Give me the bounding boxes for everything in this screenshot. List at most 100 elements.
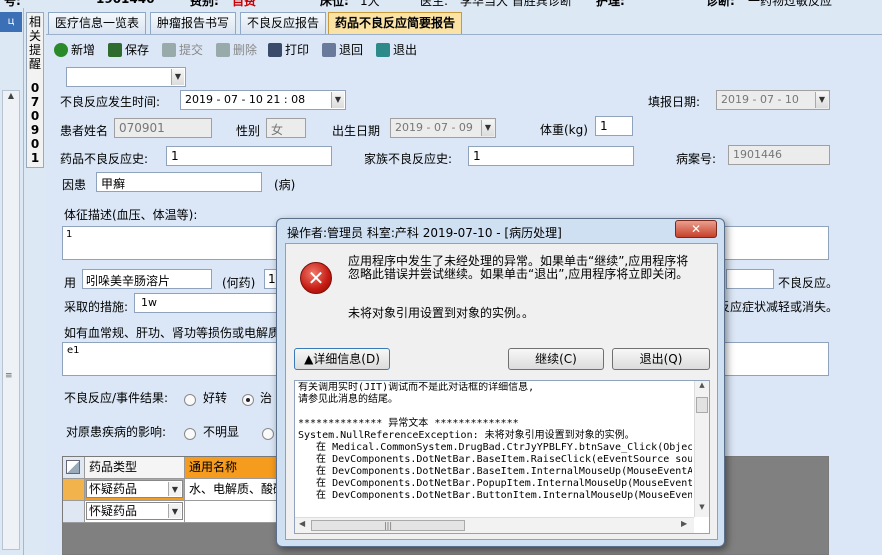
printer-icon	[268, 43, 282, 57]
family-history-field[interactable]: 1	[468, 146, 634, 166]
side-scrollbar[interactable]: ▲ ≡	[2, 90, 20, 550]
scroll-up-icon[interactable]: ▲	[695, 381, 709, 389]
continue-button[interactable]: 继续(C)	[508, 348, 604, 370]
stack-trace-box[interactable]: 有关调用实时(JIT)调试而不是此对话框的详细信息, 请参见此消息的结尾。 ****…	[294, 380, 710, 534]
toolbar-button-3[interactable]: 提交	[162, 40, 203, 60]
plus-circle-icon	[54, 43, 68, 57]
toolbar-button-label: 新增	[71, 43, 96, 57]
quit-button[interactable]: 退出(Q)	[612, 348, 710, 370]
dialog-body: ✕ 应用程序中发生了未经处理的异常。如果单击“继续”,应用程序将忽略此错误并尝试…	[285, 243, 718, 540]
toolbar-button-4[interactable]: 删除	[216, 40, 257, 60]
trace-vscrollbar[interactable]: ▲ ▼	[694, 381, 709, 517]
toolbar-button-label: 退出	[393, 43, 418, 57]
use-drug-field[interactable]: 吲哚美辛肠溶片	[82, 269, 212, 289]
impact-radio-none[interactable]	[184, 428, 196, 440]
grid-row-2-name[interactable]	[185, 501, 285, 523]
tab-4[interactable]: 药品不良反应简要报告	[328, 12, 463, 35]
gender-field[interactable]: 女	[266, 118, 306, 138]
top-combo[interactable]: ▼	[66, 67, 186, 87]
toolbar-button-7[interactable]: 退出	[376, 40, 417, 60]
cause-value: 甲癣	[101, 177, 126, 191]
grid-row-1-type[interactable]: 怀疑药品 ▼	[85, 479, 185, 501]
chevron-down-icon: ▼	[171, 69, 184, 85]
pin-button[interactable]: ц	[0, 12, 22, 32]
trace-line: 在 DevComponents.DotNetBar.BaseItem.Raise…	[298, 454, 692, 465]
error-icon: ✕	[300, 262, 332, 294]
case-no-field[interactable]: 1901446	[728, 145, 830, 165]
patient-name-field[interactable]: 070901	[114, 118, 212, 138]
reaction-field[interactable]	[726, 269, 774, 289]
bed-value: 1大	[360, 0, 380, 8]
scroll-left-icon[interactable]: ◀	[299, 519, 305, 528]
side-id-char: 0	[30, 137, 40, 151]
symptom-label: 体征描述(血压、体温等):	[64, 208, 198, 222]
error-detail: 未将对象引用设置到对象的实例。。	[348, 306, 535, 320]
scroll-grip-icon[interactable]: ≡	[5, 371, 13, 381]
lab-label: 如有血常规、肝功、肾功等损伤或电解质	[64, 326, 281, 340]
diag-value: 一药物过敏反应	[748, 0, 833, 8]
close-icon: ✕	[690, 222, 702, 236]
tab-2[interactable]: 肿瘤报告书写	[150, 12, 237, 34]
result-opt1-label: 好转	[203, 391, 228, 405]
grid-row-2-type[interactable]: 怀疑药品 ▼	[85, 501, 185, 523]
adverse-suffix: 不良反应。	[778, 276, 839, 290]
vscroll-thumb[interactable]	[696, 397, 708, 413]
result-radio-cured[interactable]	[242, 394, 254, 406]
left-side-panel: ц ▲ ≡	[0, 8, 24, 555]
lab-value: e1	[67, 345, 80, 356]
scroll-right-icon[interactable]: ▶	[681, 519, 687, 528]
trace-hscrollbar[interactable]: ◀ ||| ▶	[295, 517, 694, 533]
result-label: 不良反应/事件结果:	[64, 391, 169, 405]
patient-id-label: 号:	[4, 0, 21, 8]
side-id-char: 0	[30, 81, 40, 95]
case-no-value: 1901446	[733, 148, 782, 161]
use-drug-value: 吲哚美辛肠溶片	[86, 274, 171, 288]
grid-corner	[63, 457, 85, 479]
report-date-field[interactable]: 2019 - 07 - 10 ▼	[716, 90, 830, 110]
toolbar-button-6[interactable]: 退回	[322, 40, 363, 60]
select-all-icon[interactable]	[66, 460, 80, 474]
toolbar-button-1[interactable]: 新增	[54, 40, 95, 60]
birth-field[interactable]: 2019 - 07 - 09 ▼	[390, 118, 496, 138]
return-icon	[322, 43, 336, 57]
details-button[interactable]: ▲详细信息(D)	[294, 348, 390, 370]
scroll-down-icon[interactable]: ▼	[695, 503, 709, 511]
occur-time-label: 不良反应发生时间:	[60, 95, 161, 109]
measure-suffix: 反应症状减轻或消失。	[718, 300, 839, 314]
weight-field[interactable]: 1	[595, 116, 633, 136]
occur-time-value: 2019 - 07 - 10 21 : 08	[185, 93, 306, 106]
toolbar-button-5[interactable]: 打印	[268, 40, 309, 60]
grid-header-name[interactable]: 通用名称	[185, 457, 285, 479]
grid-row-1-type-value: 怀疑药品	[89, 482, 138, 496]
occur-time-field[interactable]: 2019 - 07 - 10 21 : 08 ▼	[180, 90, 346, 110]
grid-row-1-name[interactable]: 水、电解质、酸碱	[185, 479, 285, 501]
dialog-close-button[interactable]: ✕	[675, 220, 717, 238]
toolbar-button-2[interactable]: 保存	[108, 40, 149, 60]
result-radio-improved[interactable]	[184, 394, 196, 406]
impact-label: 对原患疾病的影响:	[66, 425, 167, 439]
impact-radio-2[interactable]	[262, 428, 274, 440]
grid-row-2-type-value: 怀疑药品	[89, 504, 138, 518]
scroll-up-icon[interactable]: ▲	[3, 91, 19, 100]
chevron-down-icon: ▼	[168, 482, 181, 496]
charge-label: 费别:	[190, 0, 219, 8]
toolbar-button-label: 提交	[179, 43, 204, 57]
stack-trace-text: 有关调用实时(JIT)调试而不是此对话框的详细信息, 请参见此消息的结尾。 ****…	[298, 382, 692, 506]
chevron-down-icon: ▼	[331, 92, 344, 108]
trace-line: System.NullReferenceException: 未将对象引用设置到…	[298, 430, 635, 441]
hscroll-thumb[interactable]: |||	[311, 520, 465, 531]
row-indicator	[63, 479, 85, 501]
drug-history-field[interactable]: 1	[166, 146, 332, 166]
chevron-down-icon: ▼	[815, 92, 828, 108]
report-date-label: 填报日期:	[648, 95, 701, 109]
side-tab-reminders[interactable]: 相关提醒 070901	[26, 12, 44, 168]
error-dialog: 操作者:管理员 科室:产科 2019-07-10 - [病历处理] ✕ ✕ 应用…	[276, 218, 725, 547]
dialog-title: 操作者:管理员 科室:产科 2019-07-10 - [病历处理]	[287, 226, 562, 240]
grid-header-type[interactable]: 药品类型	[85, 457, 185, 479]
tab-1[interactable]: 医疗信息一览表	[48, 12, 147, 34]
cause-field[interactable]: 甲癣	[96, 172, 262, 192]
side-id-char: 9	[30, 123, 40, 137]
tab-3[interactable]: 不良反应报告	[240, 12, 327, 34]
gender-value: 女	[271, 123, 284, 137]
side-tab-label: 相关提醒	[28, 15, 41, 71]
